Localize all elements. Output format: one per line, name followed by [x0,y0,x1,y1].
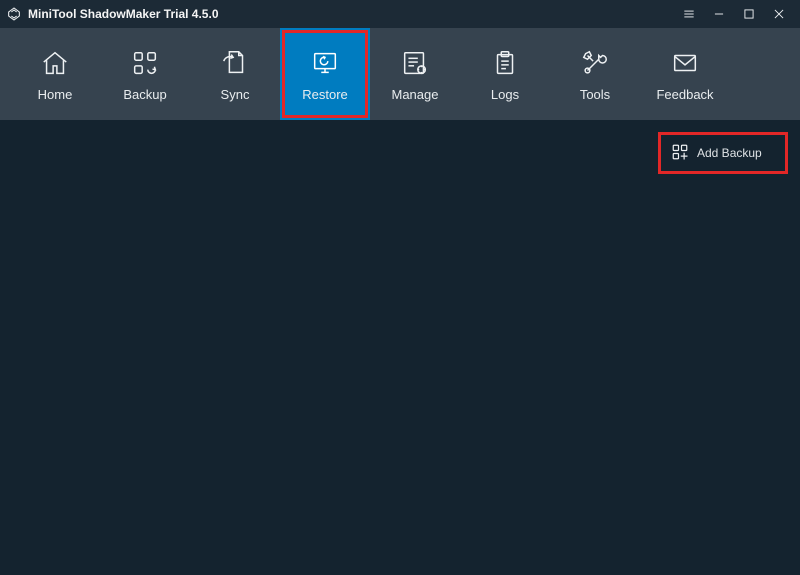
nav-label: Sync [221,87,250,102]
backup-icon [129,47,161,79]
nav-restore[interactable]: Restore [280,28,370,120]
title-bar: MiniTool ShadowMaker Trial 4.5.0 [0,0,800,28]
hamburger-icon [682,7,696,21]
home-icon [39,47,71,79]
nav-label: Feedback [656,87,713,102]
maximize-button[interactable] [734,0,764,28]
menu-button[interactable] [674,0,704,28]
nav-label: Logs [491,87,519,102]
add-backup-icon [671,143,689,164]
nav-feedback[interactable]: Feedback [640,28,730,120]
app-logo-icon [6,6,22,22]
nav-backup[interactable]: Backup [100,28,190,120]
add-backup-button[interactable]: Add Backup [660,134,786,172]
nav-label: Tools [580,87,610,102]
nav-label: Restore [302,87,348,102]
manage-icon [399,47,431,79]
nav-label: Manage [392,87,439,102]
nav-sync[interactable]: Sync [190,28,280,120]
add-backup-label: Add Backup [697,146,762,160]
minimize-icon [712,7,726,21]
close-icon [772,7,786,21]
nav-tools[interactable]: Tools [550,28,640,120]
sync-icon [219,47,251,79]
restore-icon [309,47,341,79]
nav-label: Backup [123,87,166,102]
logs-icon [489,47,521,79]
content-area: Add Backup [0,120,800,575]
minimize-button[interactable] [704,0,734,28]
nav-home[interactable]: Home [10,28,100,120]
main-navbar: Home Backup Sync [0,28,800,120]
tools-icon [579,47,611,79]
app-title: MiniTool ShadowMaker Trial 4.5.0 [28,7,219,21]
nav-label: Home [38,87,73,102]
close-button[interactable] [764,0,794,28]
nav-manage[interactable]: Manage [370,28,460,120]
maximize-icon [742,7,756,21]
nav-logs[interactable]: Logs [460,28,550,120]
feedback-icon [669,47,701,79]
